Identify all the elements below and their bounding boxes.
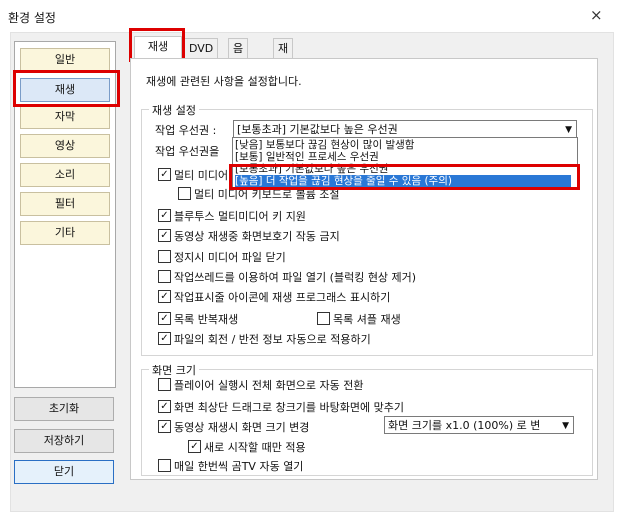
description: 재생에 관련된 사항을 설정합니다.: [146, 75, 302, 88]
sidebar-item-audio[interactable]: 소리: [20, 163, 110, 187]
multimedia-keys-checkbox[interactable]: [178, 187, 191, 200]
resize-checkbox[interactable]: ✓: [158, 420, 171, 433]
chevron-down-icon: ▼: [565, 125, 572, 135]
tab-seek-time[interactable]: 재생 이동 시간: [273, 38, 294, 155]
settings-panel: 재생에 관련된 사항을 설정합니다. 재생 설정 작업 우선권 : [보통초과]…: [130, 58, 598, 480]
priority-value: [보통초과] 기본값보다 높은 우선권: [237, 123, 398, 136]
resize-select[interactable]: 화면 크기를 x1.0 (100%) 로 변 ▼: [384, 416, 574, 434]
window-title: 환경 설정: [8, 11, 56, 25]
bluetooth-checkbox[interactable]: ✓: [158, 209, 171, 222]
new-start-checkbox[interactable]: ✓: [188, 440, 201, 453]
multimedia-timer-checkbox[interactable]: ✓: [158, 168, 171, 181]
bluetooth-label: 블루투스 멀티미디어 키 지원: [174, 210, 306, 223]
save-button[interactable]: 저장하기: [14, 429, 114, 453]
tab-dvd[interactable]: DVD: [184, 38, 219, 59]
close-button[interactable]: 닫기: [14, 460, 114, 484]
worker-thread-label: 작업쓰레드를 이용하여 파일 열기 (블럭킹 현상 제거): [174, 271, 417, 284]
priority-option-low[interactable]: [낮음] 보통보다 끊김 현상이 많이 발생함: [235, 139, 414, 151]
close-file-checkbox[interactable]: [158, 250, 171, 263]
repeat-label: 목록 반복재생: [174, 313, 239, 326]
reset-button[interactable]: 초기화: [14, 397, 114, 421]
screensaver-checkbox[interactable]: ✓: [158, 229, 171, 242]
playback-group-label: 재생 설정: [149, 102, 199, 118]
sidebar-item-subtitle[interactable]: 자막: [20, 105, 110, 129]
tab-music[interactable]: 음악: [228, 38, 249, 75]
new-start-label: 새로 시작할 때만 적용: [204, 441, 306, 454]
shuffle-checkbox[interactable]: [317, 312, 330, 325]
annotation-box-option: [229, 164, 580, 190]
gomtv-checkbox[interactable]: [158, 459, 171, 472]
annotation-box-tab: [129, 28, 185, 62]
worker-thread-checkbox[interactable]: [158, 270, 171, 283]
screen-group-label: 화면 크기: [149, 362, 199, 378]
sidebar-item-general[interactable]: 일반: [20, 48, 110, 72]
sidebar-item-video[interactable]: 영상: [20, 134, 110, 158]
close-icon[interactable]: ×: [590, 6, 603, 24]
rotation-label: 파일의 회전 / 반전 정보 자동으로 적용하기: [174, 333, 371, 346]
gomtv-label: 매일 한번씩 곰TV 자동 열기: [174, 460, 304, 473]
chevron-down-icon: ▼: [562, 421, 569, 431]
priority-option-normal[interactable]: [보통] 일반적인 프로세스 우선권: [235, 151, 379, 163]
priority-select[interactable]: [보통초과] 기본값보다 높은 우선권 ▼: [233, 120, 577, 138]
fullscreen-label: 플레이어 실행시 전체 화면으로 자동 전환: [174, 379, 364, 392]
priority-label: 작업 우선권 :: [155, 124, 217, 137]
close-file-label: 정지시 미디어 파일 닫기: [174, 251, 286, 264]
drag-titlebar-checkbox[interactable]: ✓: [158, 400, 171, 413]
rotation-checkbox[interactable]: ✓: [158, 332, 171, 345]
sidebar-item-other[interactable]: 기타: [20, 221, 110, 245]
resize-value: 화면 크기를 x1.0 (100%) 로 변: [388, 419, 541, 432]
screensaver-label: 동영상 재생중 화면보호기 작동 금지: [174, 230, 340, 243]
taskbar-progress-label: 작업표시줄 아이콘에 재생 프로그래스 표시하기: [174, 291, 391, 304]
multimedia-timer-label: 멀티 미디어: [174, 169, 229, 182]
shuffle-label: 목록 셔플 재생: [333, 313, 401, 326]
priority2-label: 작업 우선권을: [155, 145, 220, 158]
fullscreen-checkbox[interactable]: [158, 378, 171, 391]
sidebar-item-filter[interactable]: 필터: [20, 192, 110, 216]
drag-titlebar-label: 화면 최상단 드래그로 창크기를 바탕화면에 맞추기: [174, 401, 405, 414]
resize-label: 동영상 재생시 화면 크기 변경: [174, 421, 310, 434]
taskbar-progress-checkbox[interactable]: ✓: [158, 290, 171, 303]
annotation-box-sidebar: [13, 70, 120, 107]
repeat-checkbox[interactable]: ✓: [158, 312, 171, 325]
